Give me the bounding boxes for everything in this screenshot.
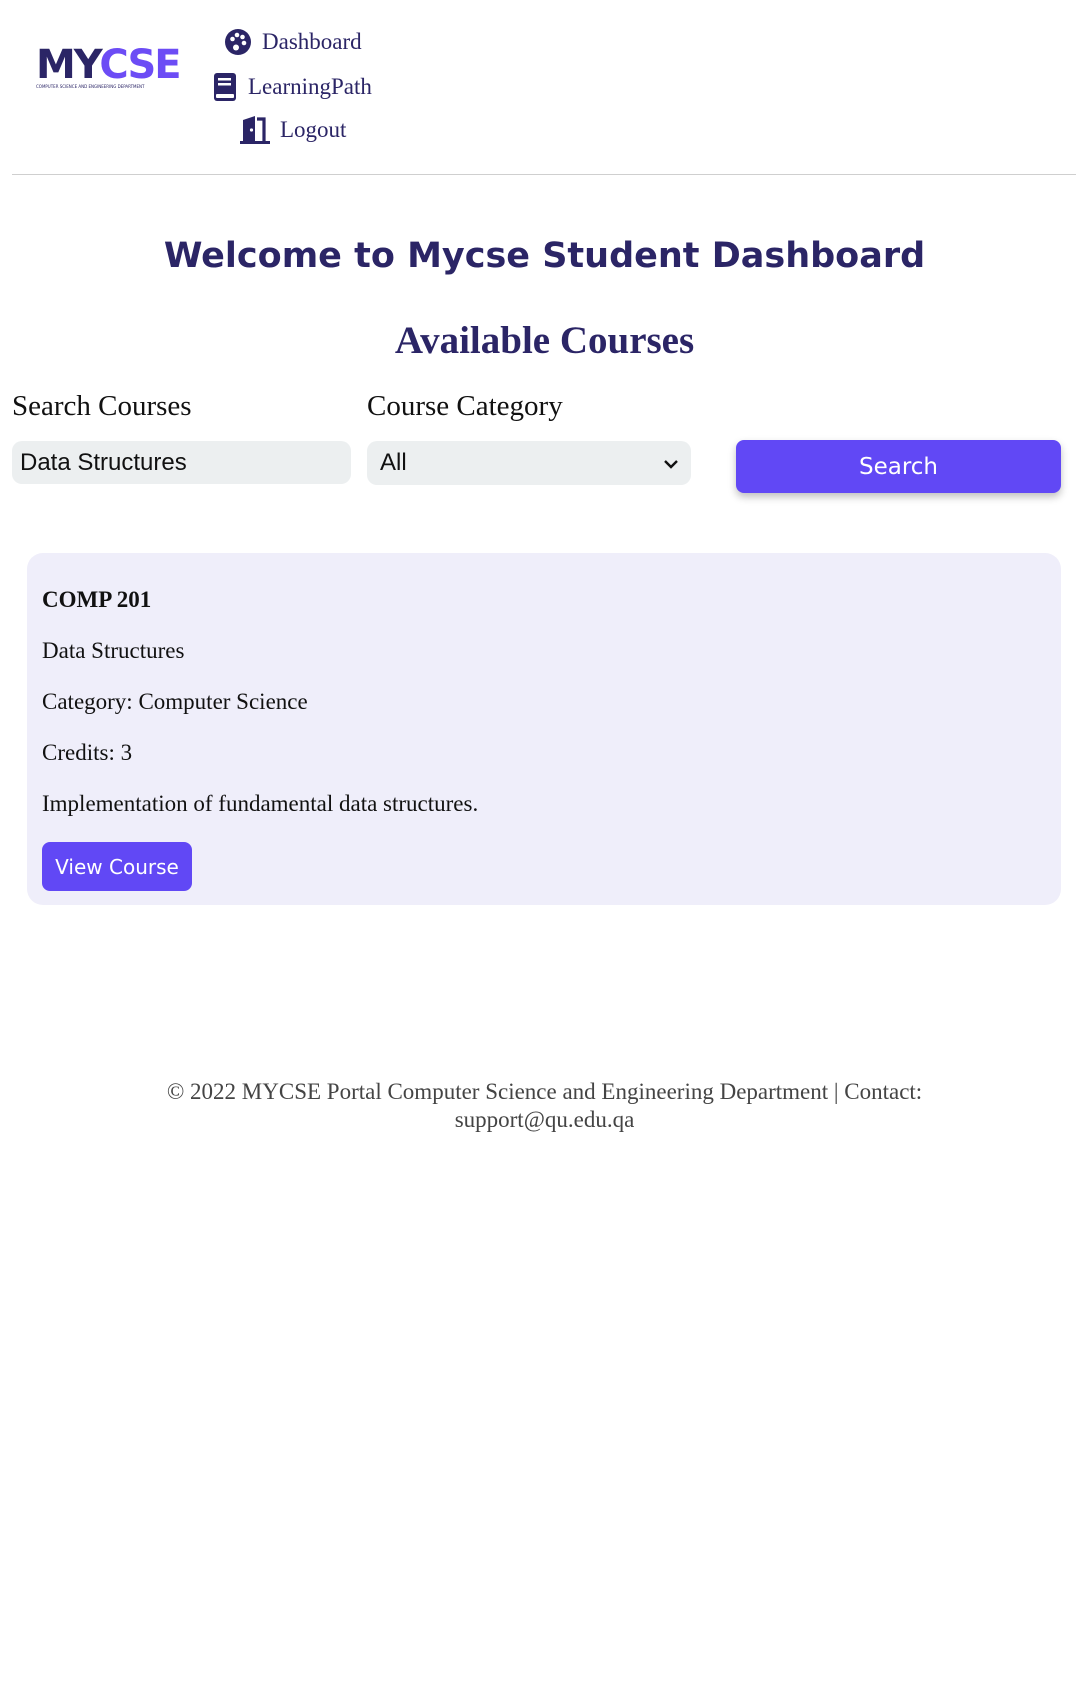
course-credits: Credits: 3 [42, 740, 133, 765]
chevron-down-icon [663, 449, 679, 477]
logo-wordmark: MYCSE [36, 42, 182, 88]
course-category-label: Course Category [367, 390, 563, 422]
view-course-button[interactable]: View Course [42, 842, 192, 891]
header: MYCSE COMPUTER SCIENCE AND ENGINEERING D… [0, 0, 1089, 176]
nav-learning-path-label: LearningPath [248, 74, 372, 99]
footer-text: © 2022 MYCSE Portal Computer Science and… [166, 1079, 923, 1132]
page-title: Welcome to Mycse Student Dashboard [163, 236, 926, 276]
nav-logout-label: Logout [280, 117, 347, 142]
nav-logout[interactable]: Logout [240, 116, 346, 144]
course-card: COMP 201 Data Structures Category: Compu… [27, 553, 1061, 905]
search-button[interactable]: Search [736, 440, 1061, 493]
course-category-select[interactable]: All [367, 441, 691, 485]
palette-icon [224, 28, 252, 56]
course-category: Category: Computer Science [42, 689, 308, 714]
door-open-icon [240, 116, 270, 144]
nav-dashboard[interactable]: Dashboard [224, 28, 362, 56]
search-input[interactable] [12, 441, 351, 484]
category-selected-value: All [380, 449, 407, 476]
logo-subtitle: COMPUTER SCIENCE AND ENGINEERING DEPARTM… [36, 84, 145, 89]
section-title: Available Courses [394, 319, 695, 362]
nav-dashboard-label: Dashboard [262, 29, 362, 54]
header-divider [12, 174, 1076, 175]
search-courses-label: Search Courses [12, 390, 192, 422]
course-description: Implementation of fundamental data struc… [42, 791, 479, 816]
course-code: COMP 201 [42, 587, 152, 612]
course-name: Data Structures [42, 638, 185, 663]
book-icon [212, 72, 238, 102]
nav-learning-path[interactable]: LearningPath [212, 72, 372, 102]
mycse-logo[interactable]: MYCSE COMPUTER SCIENCE AND ENGINEERING D… [36, 42, 182, 98]
